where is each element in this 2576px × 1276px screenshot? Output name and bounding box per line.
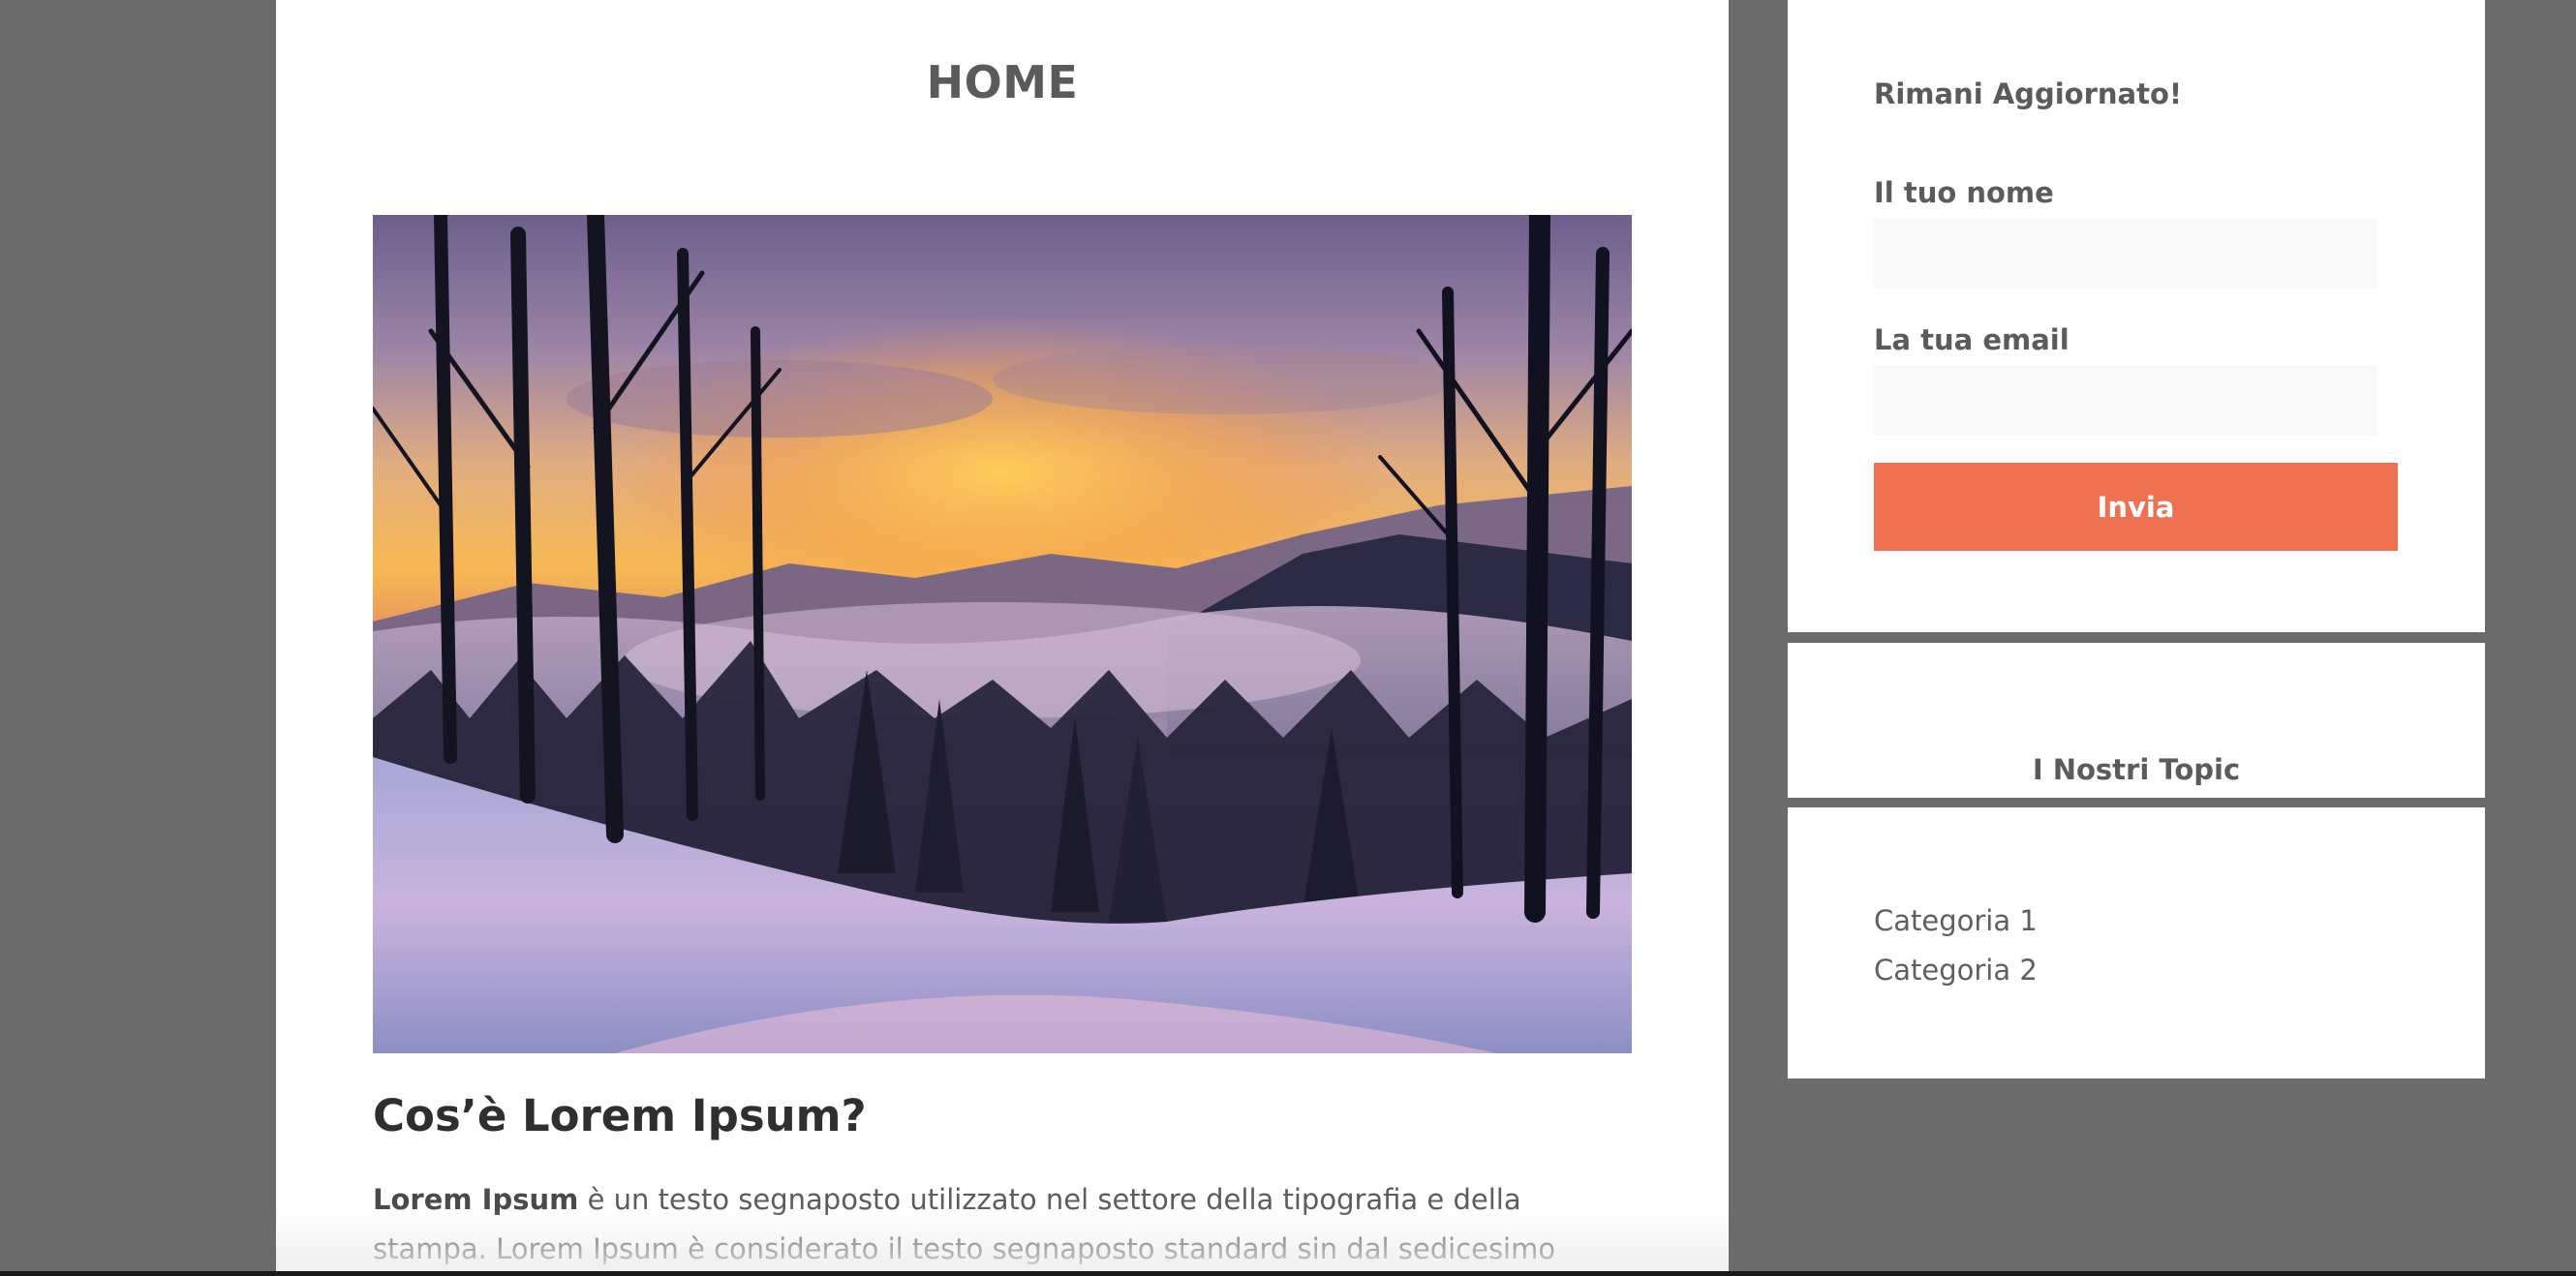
name-input[interactable] <box>1874 219 2377 289</box>
article-title: Cos’è Lorem Ipsum? <box>373 1090 867 1141</box>
topics-widget-header: I Nostri Topic <box>1788 643 2485 798</box>
topic-link-categoria-2[interactable]: Categoria 2 <box>1874 946 2038 995</box>
article-paragraph: Lorem Ipsum è un testo segnaposto utiliz… <box>373 1175 1641 1276</box>
topics-widget-list: Categoria 1 Categoria 2 <box>1788 807 2485 1079</box>
article-lead-bold: Lorem Ipsum <box>373 1183 579 1216</box>
topic-list: Categoria 1 Categoria 2 <box>1874 896 2038 995</box>
submit-button[interactable]: Invia <box>1874 463 2398 551</box>
name-label: Il tuo nome <box>1874 176 2054 209</box>
hero-landscape-graphic <box>373 215 1632 1053</box>
newsletter-title: Rimani Aggiornato! <box>1874 77 2183 110</box>
email-label: La tua email <box>1874 323 2070 356</box>
topics-title: I Nostri Topic <box>2032 753 2241 786</box>
hero-image <box>373 215 1632 1053</box>
page-title: HOME <box>926 56 1079 108</box>
newsletter-widget: Rimani Aggiornato! Il tuo nome La tua em… <box>1788 0 2485 632</box>
topic-link-categoria-1[interactable]: Categoria 1 <box>1874 896 2038 946</box>
email-input[interactable] <box>1874 365 2377 435</box>
main-content: HOME Cos’è Lorem Ipsum? Lorem Ipsum è un… <box>276 0 1729 1276</box>
window-bottom-edge <box>0 1271 2576 1276</box>
